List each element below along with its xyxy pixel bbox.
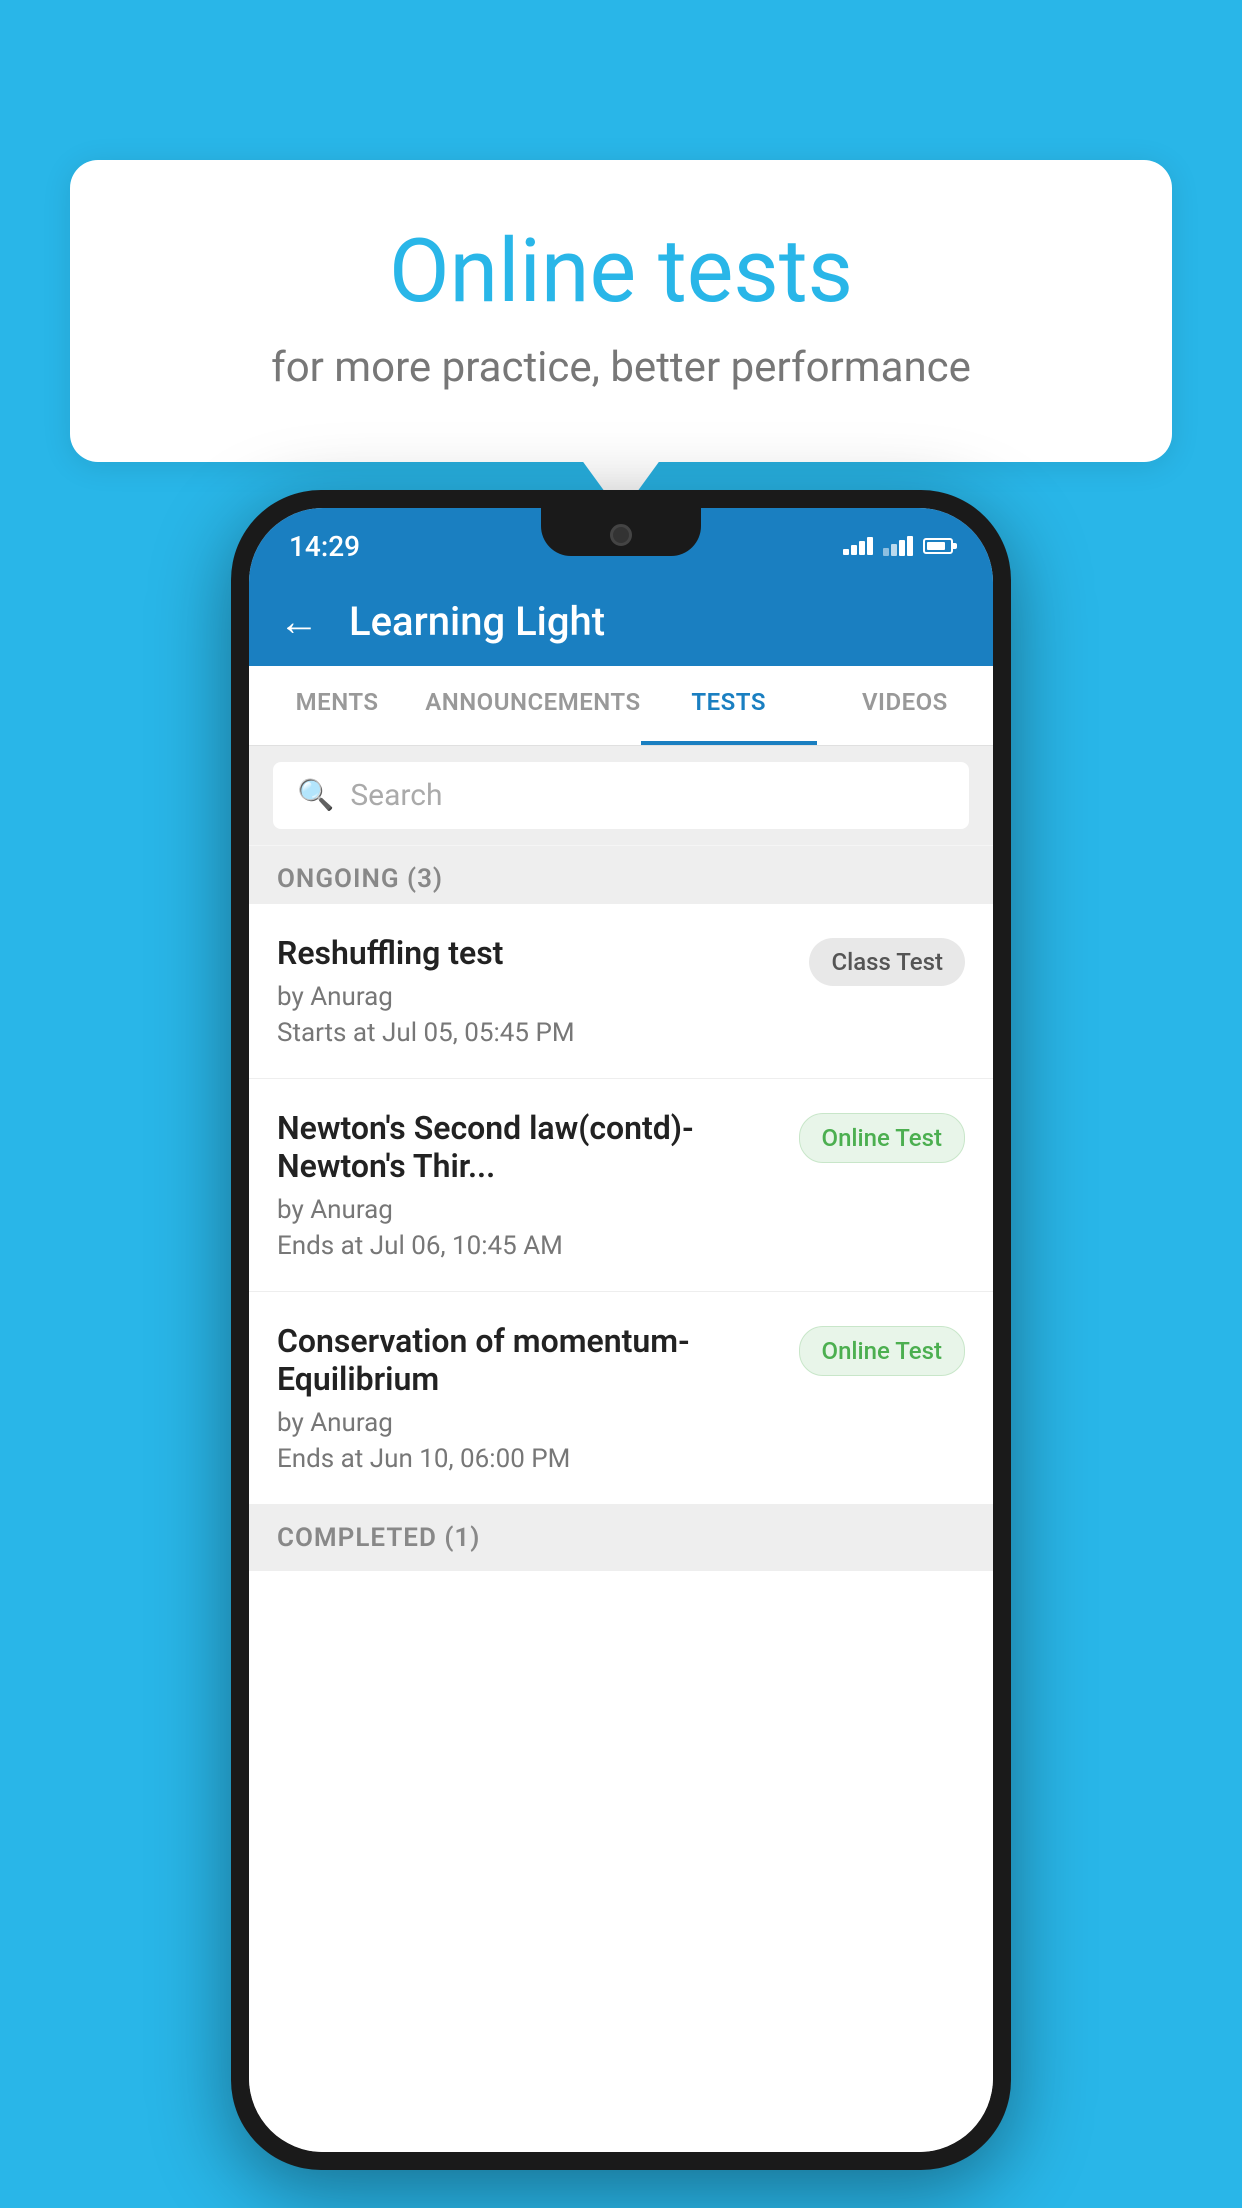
signal-icon <box>883 536 913 556</box>
search-icon: 🔍 <box>297 778 334 813</box>
test-name-conservation: Conservation of momentum-Equilibrium <box>277 1322 799 1398</box>
tab-ments[interactable]: MENTS <box>249 666 425 745</box>
bubble-subtitle: for more practice, better performance <box>150 343 1092 392</box>
test-info-reshuffling: Reshuffling test by Anurag Starts at Jul… <box>277 934 809 1048</box>
test-badge-newton: Online Test <box>799 1113 965 1163</box>
app-header: ← Learning Light <box>249 576 993 666</box>
test-author-conservation: by Anurag <box>277 1408 799 1438</box>
search-input[interactable]: Search <box>350 778 442 813</box>
search-bar[interactable]: 🔍 Search <box>273 762 969 829</box>
test-item-conservation[interactable]: Conservation of momentum-Equilibrium by … <box>249 1292 993 1505</box>
app-title: Learning Light <box>349 598 605 645</box>
test-badge-reshuffling: Class Test <box>809 938 965 986</box>
test-name-reshuffling: Reshuffling test <box>277 934 809 972</box>
speech-bubble: Online tests for more practice, better p… <box>70 160 1172 462</box>
test-time-conservation: Ends at Jun 10, 06:00 PM <box>277 1444 799 1474</box>
tab-announcements[interactable]: ANNOUNCEMENTS <box>425 666 640 745</box>
back-button[interactable]: ← <box>279 598 319 645</box>
tab-videos[interactable]: VIDEOS <box>817 666 993 745</box>
completed-section-label: COMPLETED (1) <box>249 1505 993 1571</box>
status-time: 14:29 <box>289 522 360 563</box>
ongoing-section-label: ONGOING (3) <box>249 846 993 912</box>
bubble-title: Online tests <box>150 220 1092 323</box>
test-time-reshuffling: Starts at Jul 05, 05:45 PM <box>277 1018 809 1048</box>
tab-bar: MENTS ANNOUNCEMENTS TESTS VIDEOS <box>249 666 993 746</box>
test-info-conservation: Conservation of momentum-Equilibrium by … <box>277 1322 799 1474</box>
phone-screen: 14:29 <box>249 508 993 2152</box>
status-icons <box>843 528 953 556</box>
battery-icon <box>923 538 953 554</box>
test-item-reshuffling[interactable]: Reshuffling test by Anurag Starts at Jul… <box>249 904 993 1079</box>
tests-list: Reshuffling test by Anurag Starts at Jul… <box>249 904 993 2152</box>
test-item-newton[interactable]: Newton's Second law(contd)-Newton's Thir… <box>249 1079 993 1292</box>
test-author-newton: by Anurag <box>277 1195 799 1225</box>
wifi-icon <box>843 537 873 555</box>
phone-notch <box>541 508 701 556</box>
test-author-reshuffling: by Anurag <box>277 982 809 1012</box>
test-time-newton: Ends at Jul 06, 10:45 AM <box>277 1231 799 1261</box>
phone-frame: 14:29 <box>231 490 1011 2170</box>
test-name-newton: Newton's Second law(contd)-Newton's Thir… <box>277 1109 799 1185</box>
test-info-newton: Newton's Second law(contd)-Newton's Thir… <box>277 1109 799 1261</box>
tab-tests[interactable]: TESTS <box>641 666 817 745</box>
test-badge-conservation: Online Test <box>799 1326 965 1376</box>
search-container: 🔍 Search <box>249 746 993 845</box>
camera <box>610 524 632 546</box>
